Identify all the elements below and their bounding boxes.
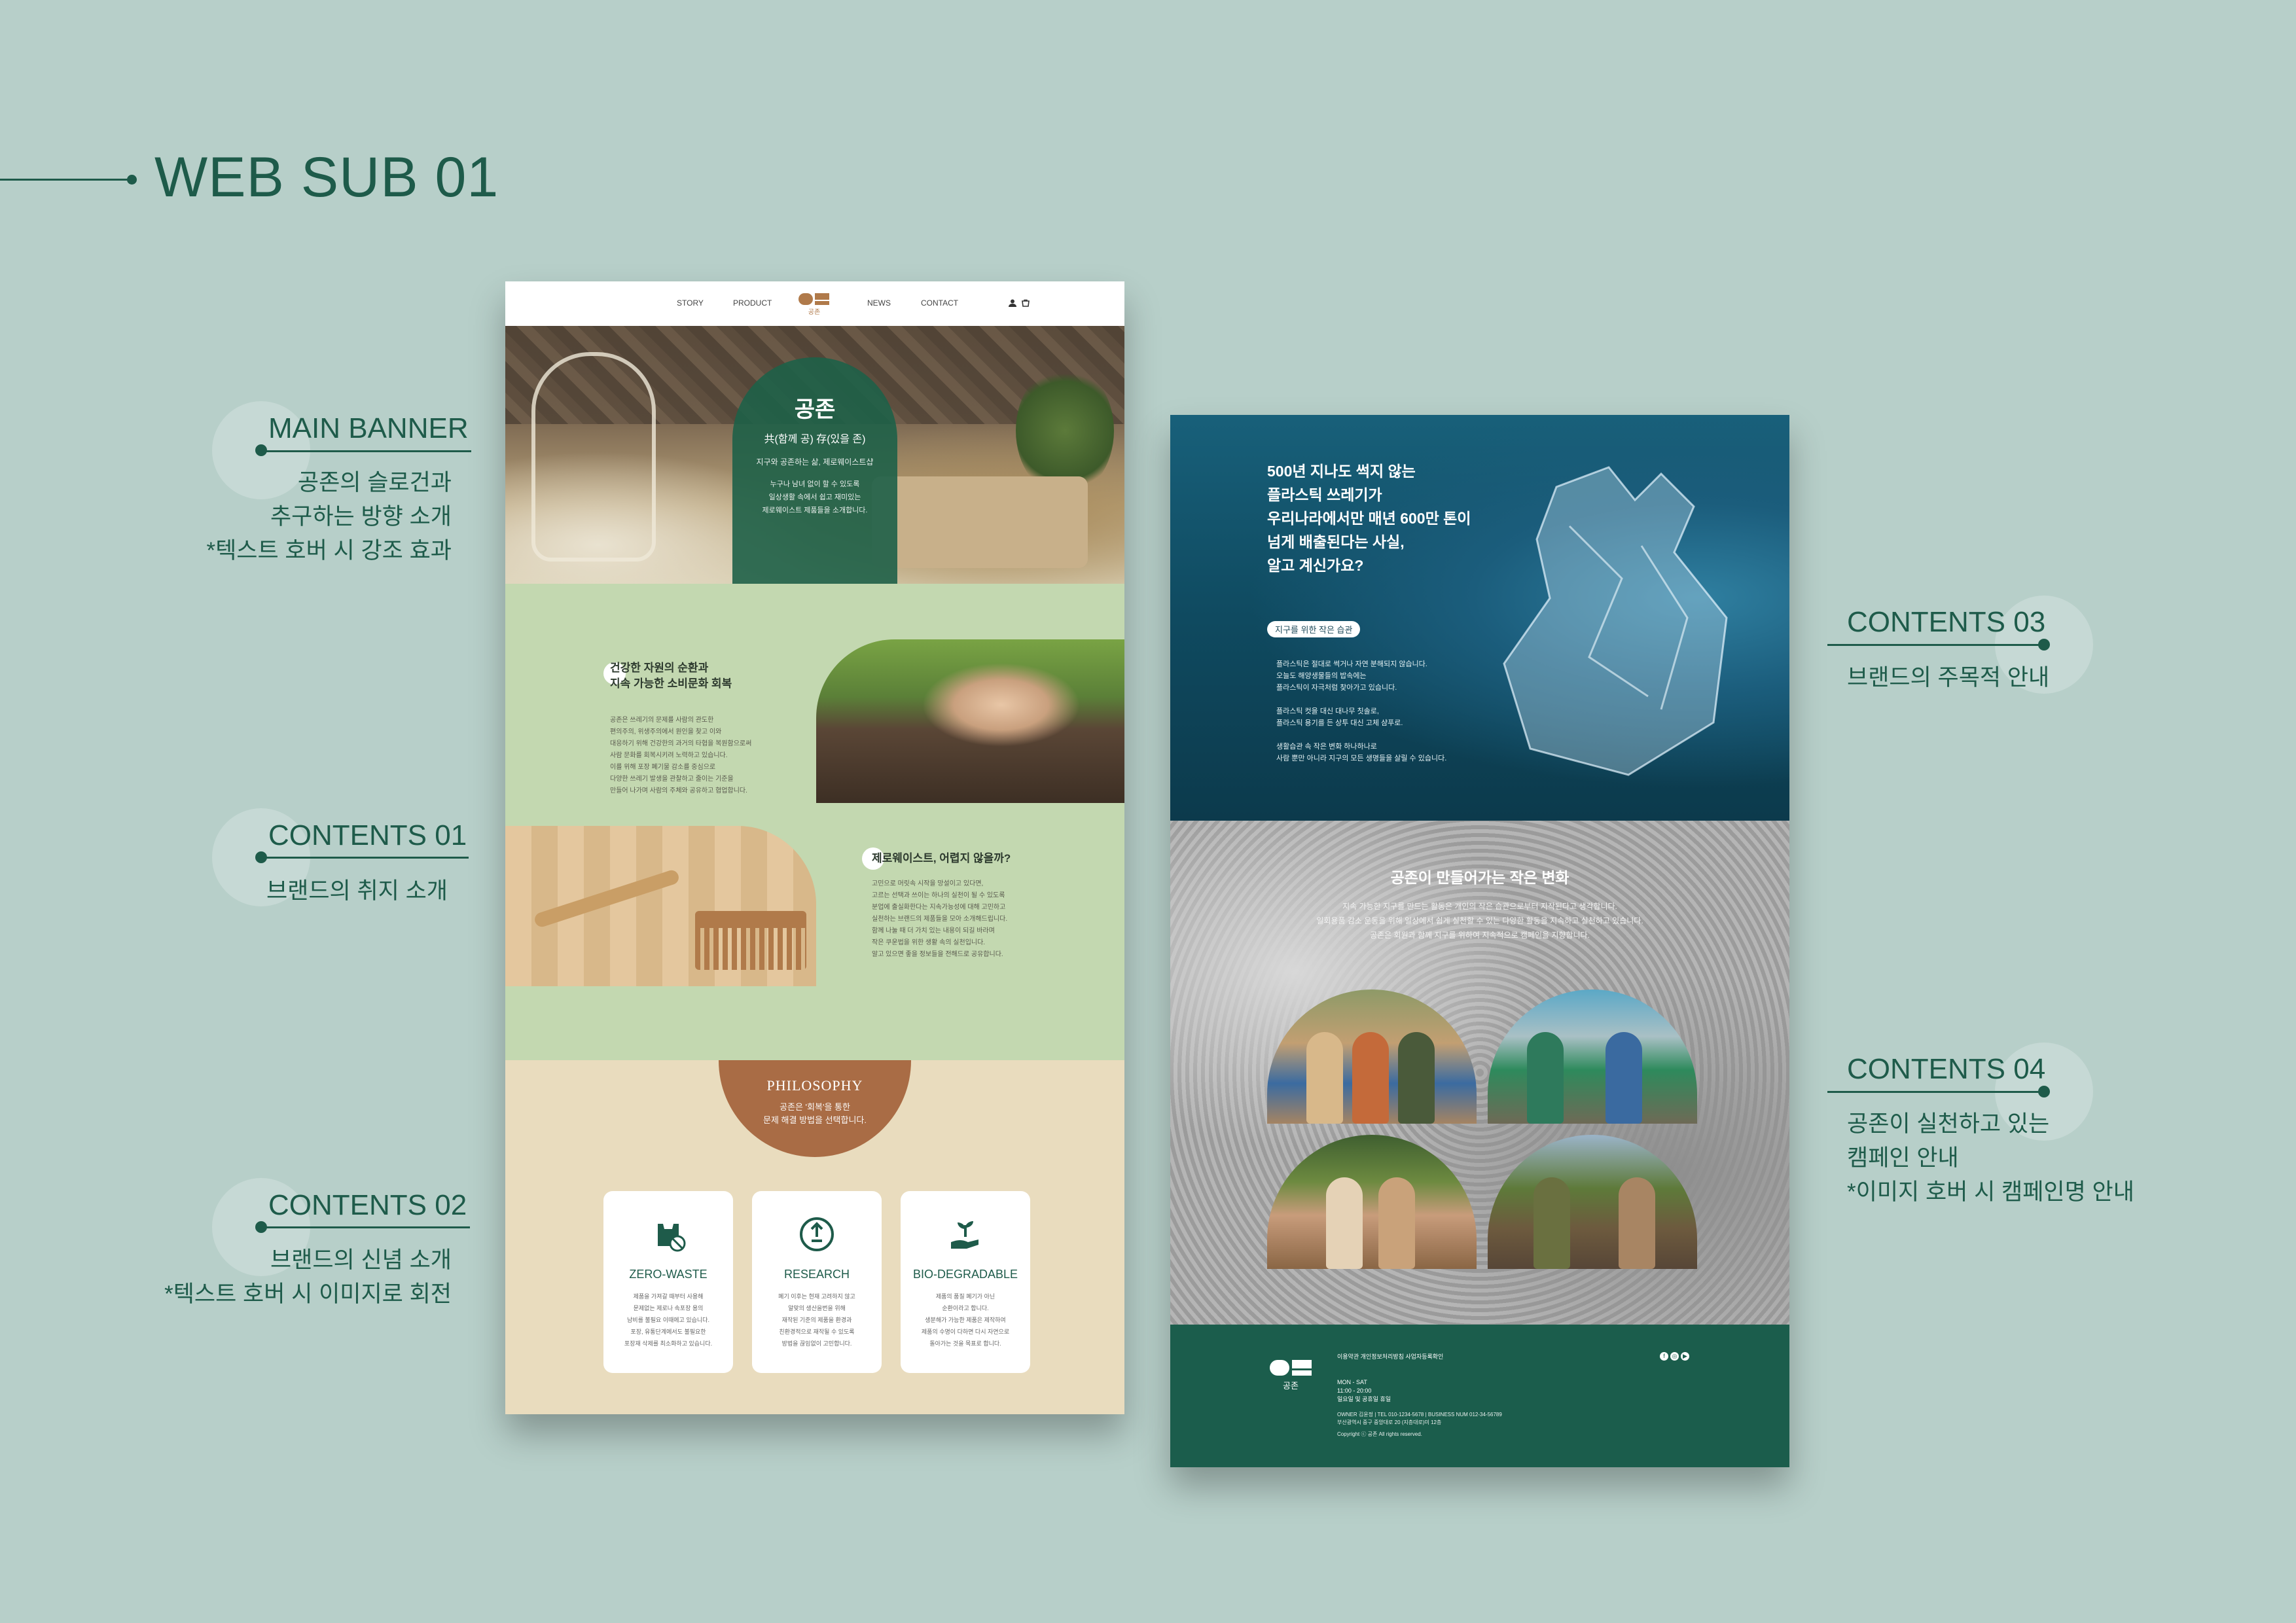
banner-paragraph: 누구나 남녀 없이 할 수 있도록 일상생활 속에서 쉽고 재미있는 제로웨이스… <box>762 480 868 514</box>
youtube-icon[interactable]: ▶ <box>1681 1352 1689 1361</box>
annotation-desc-contents-01: 브랜드의 취지 소개 <box>266 878 448 904</box>
sns-links: f ◎ ▶ <box>1660 1352 1689 1361</box>
campaign-photo-2[interactable] <box>1488 990 1697 1124</box>
plant-hand-icon <box>951 1221 978 1249</box>
logo-text: 공존 <box>808 308 820 316</box>
toothbrush-shape <box>533 868 681 929</box>
person-shape <box>1605 1032 1642 1124</box>
campaign-photo-4[interactable] <box>1488 1135 1697 1269</box>
nav-news[interactable]: NEWS <box>867 298 891 308</box>
footer-hours: MON - SAT 11:00 - 20:00 일요일 및 공휴일 휴일 <box>1337 1379 1391 1402</box>
banner-arch[interactable]: 공존 共(함께 공) 存(있을 존) 지구와 공존하는 삶, 제로웨이스트샵 누… <box>732 357 897 584</box>
instagram-icon[interactable]: ◎ <box>1670 1352 1679 1361</box>
annotation-title-contents-01: CONTENTS 01 <box>268 819 467 851</box>
banner-hanging-chair <box>531 352 656 562</box>
soil-sprout-photo <box>816 639 1124 803</box>
person-shape <box>1352 1032 1389 1124</box>
person-shape <box>1378 1177 1415 1269</box>
footer-links[interactable]: 이용약관 개인정보처리방침 사업자등록확인 <box>1337 1352 1443 1361</box>
annotation-desc-main-banner: 공존의 슬로건과 추구하는 방향 소개 *텍스트 호버 시 강조 효과 <box>206 470 452 563</box>
bamboo-goods-photo <box>505 826 816 986</box>
banner-tagline: 지구와 공존하는 삶, 제로웨이스트샵 <box>756 457 874 467</box>
annotation-title-contents-04: CONTENTS 04 <box>1847 1053 2046 1085</box>
banner-rattan-sofa <box>872 476 1088 568</box>
annotation-line <box>260 857 469 859</box>
contents-04-section: 공존이 만들어가는 작은 변화 지속 가능한 지구를 만드는 활동은 개인의 작… <box>1170 821 1789 1325</box>
annotation-desc-contents-04: 공존이 실천하고 있는 캠페인 안내 *이미지 호버 시 캠페인명 안내 <box>1847 1111 2134 1205</box>
banner-subtitle: 共(함께 공) 存(있을 존) <box>764 434 866 445</box>
philosophy-text: 공존은 '회복'을 통한 문제 해결 방법을 선택합니다. <box>763 1102 867 1125</box>
heading-dot <box>127 175 137 185</box>
contents-04-text: 지속 가능한 지구를 만드는 활동은 개인의 작은 습관으로부터 지작된다고 생… <box>1316 902 1643 940</box>
annotation-title-contents-02: CONTENTS 02 <box>268 1189 467 1221</box>
habit-pill: 지구를 위한 작은 습관 <box>1267 621 1361 637</box>
nav-story[interactable]: STORY <box>677 298 704 308</box>
footer-business-info: OWNER 김윤정 | TEL 010-1234-5678 | BUSINESS… <box>1337 1412 1502 1425</box>
contents-01b-text: 고민으로 머릿속 시작을 망설이고 있다면, 고르는 선택과 쓰이는 하나의 실… <box>872 880 1008 958</box>
facebook-icon[interactable]: f <box>1660 1352 1668 1361</box>
annotation-title-main-banner: MAIN BANNER <box>268 412 469 444</box>
nav-product[interactable]: PRODUCT <box>733 298 772 308</box>
campaign-photo-3[interactable] <box>1267 1135 1477 1269</box>
heading-line <box>0 179 131 181</box>
page-title: WEB SUB 01 <box>154 146 499 209</box>
annotation-desc-contents-02: 브랜드의 신념 소개 *텍스트 호버 시 이미지로 회전 <box>164 1247 452 1307</box>
card-title: ZERO-WASTE <box>629 1268 708 1281</box>
top-nav: STORY PRODUCT 공존 NEWS CONTACT <box>505 281 1124 326</box>
card-title: BIO-DEGRADABLE <box>912 1268 1018 1281</box>
recycle-icon <box>800 1217 834 1251</box>
footer: 공존 이용약관 개인정보처리방침 사업자등록확인 MON - SAT 11:00… <box>1170 1325 1789 1467</box>
footer-logo[interactable]: 공존 <box>1267 1356 1314 1393</box>
campaign-photo-1[interactable] <box>1267 990 1477 1124</box>
person-shape <box>1527 1032 1564 1124</box>
value-card-zero-waste[interactable]: ZERO-WASTE 제품을 가져갈 때부터 사용해 문제없는 제로나 속포장 … <box>603 1191 733 1373</box>
card-title: RESEARCH <box>783 1268 850 1281</box>
annotation-line <box>1827 1091 2043 1093</box>
annotation-line <box>1827 644 2043 646</box>
contents-03-text: 플라스틱은 절대로 썩거나 자연 분해되지 않습니다. 오늘도 해양생물들의 밥… <box>1276 660 1447 762</box>
web-mockup-sub-page: STORY PRODUCT 공존 NEWS CONTACT 공존 共(함께 공)… <box>505 281 1124 1414</box>
nav-contact[interactable]: CONTACT <box>921 298 958 308</box>
person-shape <box>1326 1177 1363 1269</box>
no-plastic-bag-icon <box>658 1224 686 1252</box>
card-text: 제품의 품질 폐기가 아닌 순환이라고 합니다. 생분해가 가능한 제품은 제작… <box>921 1293 1010 1347</box>
card-text: 제품을 가져갈 때부터 사용해 문제없는 제로나 속포장 용의 남비를 불필요 … <box>624 1293 713 1347</box>
contents-01-text: 공존은 쓰레기의 문제를 사람의 관도한 편의주의, 위생주의에서 원인을 찾고… <box>610 717 752 794</box>
contents-01-title: 건강한 자원의 순환과 지속 가능한 소비문화 회복 <box>610 662 732 690</box>
contents-01b-title: 제로웨이스트, 어렵지 않을까? <box>872 852 1011 865</box>
annotation-line <box>260 450 471 452</box>
banner-title: 공존 <box>794 397 836 422</box>
philosophy-title: PHILOSOPHY <box>766 1077 863 1094</box>
value-card-research[interactable]: RESEARCH 폐기 이후는 현재 고려하지 않고 알맞의 생산을번을 위해 … <box>752 1191 882 1373</box>
person-shape <box>1306 1032 1343 1124</box>
contents-03-title: 500년 지나도 썩지 않는 플라스틱 쓰레기가 우리나라에서만 매년 600만… <box>1267 463 1471 574</box>
brand-logo[interactable]: 공존 <box>797 291 831 317</box>
web-mockup-sub-page-continued: 500년 지나도 썩지 않는 플라스틱 쓰레기가 우리나라에서만 매년 600만… <box>1170 415 1789 1467</box>
user-icon[interactable] <box>1008 298 1017 308</box>
contents-04-title: 공존이 만들어가는 작은 변화 <box>1390 869 1570 886</box>
philosophy-badge: PHILOSOPHY 공존은 '회복'을 통한 문제 해결 방법을 선택합니다. <box>719 1060 911 1157</box>
contents-02-section: PHILOSOPHY 공존은 '회복'을 통한 문제 해결 방법을 선택합니다.… <box>505 1060 1124 1414</box>
annotation-line <box>260 1226 470 1228</box>
annotation-desc-contents-03: 브랜드의 주목적 안내 <box>1847 665 2050 690</box>
person-shape <box>1398 1032 1435 1124</box>
cart-icon[interactable] <box>1021 298 1030 308</box>
main-banner: 공존 共(함께 공) 存(있을 존) 지구와 공존하는 삶, 제로웨이스트샵 누… <box>505 326 1124 584</box>
footer-logo-text: 공존 <box>1283 1382 1299 1391</box>
contents-03-section: 500년 지나도 썩지 않는 플라스틱 쓰레기가 우리나라에서만 매년 600만… <box>1170 415 1789 821</box>
annotation-title-contents-03: CONTENTS 03 <box>1847 606 2046 638</box>
person-shape <box>1619 1177 1655 1269</box>
person-shape <box>1534 1177 1570 1269</box>
comb-shape <box>695 911 806 970</box>
footer-copyright: Copyright ⓒ 공존 All rights reserved. <box>1337 1431 1422 1437</box>
card-text: 폐기 이후는 현재 고려하지 않고 알맞의 생산을번을 위해 재작된 기준의 제… <box>778 1293 855 1347</box>
value-card-bio-degradable[interactable]: BIO-DEGRADABLE 제품의 품질 폐기가 아닌 순환이라고 합니다. … <box>901 1191 1030 1373</box>
contents-01-section: 건강한 자원의 순환과 지속 가능한 소비문화 회복 공존은 쓰레기의 문제를 … <box>505 584 1124 1060</box>
plastic-bag-image <box>1503 466 1728 776</box>
